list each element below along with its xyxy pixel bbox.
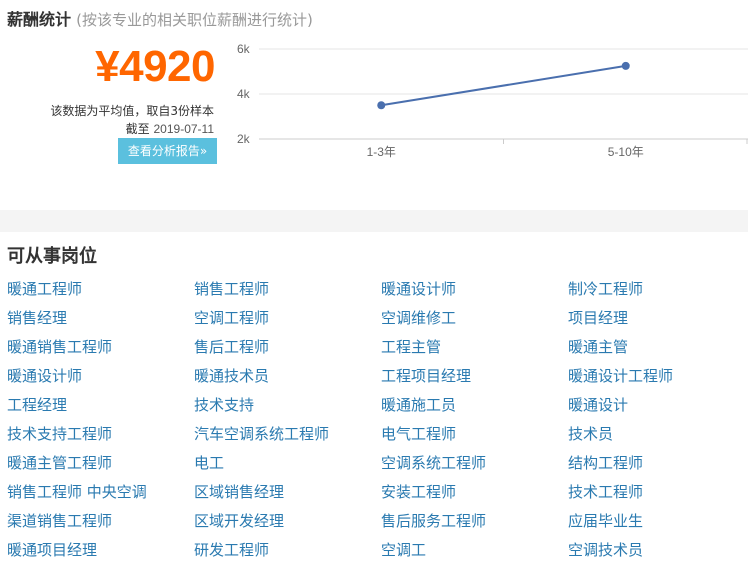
job-link[interactable]: 区域销售经理: [194, 478, 381, 507]
job-list: 暖通工程师 销售工程师 暖通设计师 制冷工程师 销售经理 空调工程师 空调维修工 项目经理 暖通…: [7, 275, 748, 565]
job-link[interactable]: 暖通施工员: [381, 391, 568, 420]
y-tick-label: 2k: [237, 132, 251, 146]
data-point[interactable]: [621, 61, 630, 70]
job-link[interactable]: 暖通技术员: [194, 362, 381, 391]
job-link[interactable]: 工程主管: [381, 333, 568, 362]
jobs-section: 可从事岗位 暖通工程师 销售工程师 暖通设计师 制冷工程师 销售经理 空调工程师 空调维修工…: [0, 232, 748, 565]
job-link[interactable]: 销售工程师: [194, 275, 381, 304]
salary-section-title: 薪酬统计 (按该专业的相关职位薪酬进行统计): [7, 6, 313, 30]
job-link[interactable]: 销售经理: [7, 304, 194, 333]
job-link[interactable]: 暖通设计师: [381, 275, 568, 304]
job-link[interactable]: 暖通设计: [568, 391, 748, 420]
section-divider: [0, 210, 748, 232]
view-report-button[interactable]: 查看分析报告»: [118, 138, 217, 164]
job-link[interactable]: 暖通设计师: [7, 362, 194, 391]
salary-subtitle: (按该专业的相关职位薪酬进行统计): [76, 11, 313, 29]
job-link[interactable]: 安装工程师: [381, 478, 568, 507]
date-prefix: 截至: [125, 122, 150, 136]
data-point[interactable]: [377, 101, 386, 110]
average-salary-value: ¥4920: [95, 42, 215, 91]
salary-chart: 6k 4k 2k 1-3年 5-10年: [228, 36, 748, 164]
job-link[interactable]: 暖通工程师: [7, 275, 194, 304]
job-link[interactable]: 研发工程师: [194, 536, 381, 565]
job-link[interactable]: 技术支持: [194, 391, 381, 420]
job-link[interactable]: 空调工: [381, 536, 568, 565]
job-link[interactable]: 暖通主管工程师: [7, 449, 194, 478]
job-link[interactable]: 工程项目经理: [381, 362, 568, 391]
job-link[interactable]: 销售工程师 中央空调: [7, 478, 194, 507]
series-line: [381, 64, 626, 107]
jobs-title: 可从事岗位: [7, 246, 97, 267]
x-tick-label: 1-3年: [367, 145, 396, 159]
sample-note: 该数据为平均值，取自3份样本: [50, 104, 214, 118]
job-link[interactable]: 电工: [194, 449, 381, 478]
job-link[interactable]: 技术员: [568, 420, 748, 449]
date-note: 截至 2019-07-11: [126, 120, 214, 137]
job-link[interactable]: 项目经理: [568, 304, 748, 333]
job-link[interactable]: 工程经理: [7, 391, 194, 420]
job-link[interactable]: 暖通销售工程师: [7, 333, 194, 362]
job-link[interactable]: 电气工程师: [381, 420, 568, 449]
job-link[interactable]: 空调系统工程师: [381, 449, 568, 478]
job-link[interactable]: 空调工程师: [194, 304, 381, 333]
job-link[interactable]: 暖通项目经理: [7, 536, 194, 565]
salary-section: 薪酬统计 (按该专业的相关职位薪酬进行统计) ¥4920 该数据为平均值，取自3…: [0, 0, 748, 210]
job-link[interactable]: 制冷工程师: [568, 275, 748, 304]
job-link[interactable]: 售后工程师: [194, 333, 381, 362]
job-link[interactable]: 渠道销售工程师: [7, 507, 194, 536]
job-link[interactable]: 暖通设计工程师: [568, 362, 748, 391]
job-link[interactable]: 应届毕业生: [568, 507, 748, 536]
job-link[interactable]: 空调维修工: [381, 304, 568, 333]
job-link[interactable]: 技术支持工程师: [7, 420, 194, 449]
job-link[interactable]: 结构工程师: [568, 449, 748, 478]
job-link[interactable]: 技术工程师: [568, 478, 748, 507]
y-tick-label: 4k: [237, 87, 251, 101]
job-link[interactable]: 暖通主管: [568, 333, 748, 362]
job-link[interactable]: 空调技术员: [568, 536, 748, 565]
job-link[interactable]: 售后服务工程师: [381, 507, 568, 536]
salary-title: 薪酬统计: [7, 10, 72, 29]
job-link[interactable]: 区域开发经理: [194, 507, 381, 536]
salary-line-chart: 6k 4k 2k 1-3年 5-10年: [237, 42, 748, 159]
job-link[interactable]: 汽车空调系统工程师: [194, 420, 381, 449]
x-tick-label: 5-10年: [608, 145, 644, 159]
date-value: 2019-07-11: [153, 122, 215, 136]
y-tick-label: 6k: [237, 42, 251, 56]
